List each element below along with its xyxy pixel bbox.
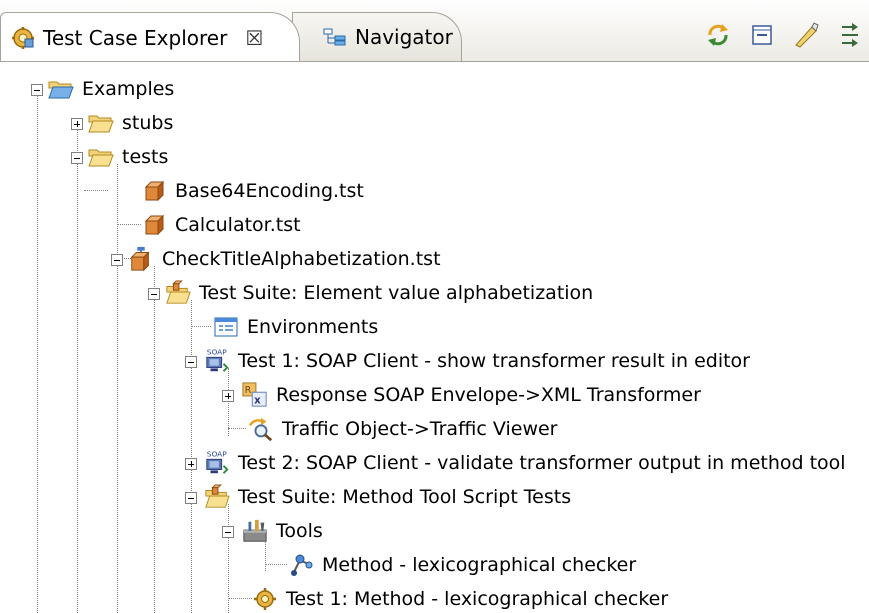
node-label: Method - lexicographical checker — [322, 554, 637, 576]
tree-node-stubs[interactable]: stubs — [88, 106, 173, 140]
view-tab-bar: Test Case Explorer ☒ Navigator — [0, 0, 869, 62]
tree-guide — [228, 428, 246, 429]
tree-node-method-checker-tool[interactable]: Method - lexicographical checker — [288, 548, 636, 582]
tree-node-suite-element-value[interactable]: Test Suite: Element value alphabetizatio… — [165, 276, 593, 310]
tab-label: Test Case Explorer — [43, 25, 228, 50]
tree-node-calculator[interactable]: Calculator.tst — [141, 208, 301, 242]
node-label: Tools — [276, 520, 323, 542]
tree-guide — [154, 266, 155, 613]
node-label: CheckTitleAlphabetization.tst — [162, 248, 441, 270]
tree-node-response-transformer[interactable]: Rx Response SOAP Envelope->XML Transform… — [242, 378, 701, 412]
tree-guide — [228, 368, 229, 436]
node-label: Test Suite: Element value alphabetizatio… — [199, 282, 594, 304]
collapse-toggle[interactable] — [185, 356, 197, 368]
tree-node-suite-method-tool[interactable]: Test Suite: Method Tool Script Tests — [204, 480, 571, 514]
method-tool-icon — [288, 552, 314, 578]
expand-toggle[interactable] — [185, 458, 197, 470]
svg-text:SOAP: SOAP — [207, 348, 227, 357]
collapse-toggle[interactable] — [31, 84, 43, 96]
node-label: Traffic Object->Traffic Viewer — [282, 418, 558, 440]
tree-guide — [117, 164, 118, 613]
collapse-toggle[interactable] — [111, 254, 123, 266]
node-label: Test Suite: Method Tool Script Tests — [238, 486, 572, 508]
collapse-toggle[interactable] — [222, 526, 234, 538]
test-case-tree: Examples stubs tests Base64Encoding.tst … — [0, 62, 869, 613]
tab-label: Navigator — [355, 25, 453, 49]
tree-node-test1-soap-client[interactable]: SOAP Test 1: SOAP Client - show transfor… — [204, 344, 750, 378]
node-label: Test 1: SOAP Client - show transformer r… — [238, 350, 750, 372]
expand-toggle[interactable] — [71, 118, 83, 130]
expand-toggle[interactable] — [222, 390, 234, 402]
gear-icon — [11, 26, 35, 50]
tree-node-checktitlealphabetization[interactable]: CheckTitleAlphabetization.tst — [128, 242, 441, 276]
test-file-open-icon — [128, 246, 154, 272]
node-label: Examples — [82, 78, 175, 100]
svg-text:SOAP: SOAP — [207, 450, 227, 459]
collapse-all-icon[interactable] — [747, 20, 777, 50]
tree-guide — [228, 504, 229, 613]
test-gear-icon — [252, 586, 278, 612]
collapse-toggle[interactable] — [71, 152, 83, 164]
tree-node-tests[interactable]: tests — [88, 140, 168, 174]
node-label: Test 1: Method - lexicographical checker — [286, 588, 669, 610]
tree-guide — [77, 130, 78, 613]
node-label: tests — [122, 146, 169, 168]
tab-test-case-explorer[interactable]: Test Case Explorer ☒ — [0, 12, 300, 61]
tree-guide — [228, 598, 252, 599]
node-label: Response SOAP Envelope->XML Transformer — [276, 384, 701, 406]
sync-icon[interactable] — [703, 20, 733, 50]
node-label: stubs — [122, 112, 174, 134]
node-label: Base64Encoding.tst — [175, 180, 364, 202]
more-icon[interactable] — [835, 20, 865, 50]
test-file-icon — [141, 212, 167, 238]
link-editor-icon[interactable] — [791, 20, 821, 50]
folder-open-icon — [48, 76, 74, 102]
tree-guide — [265, 564, 287, 565]
environments-icon — [213, 314, 239, 340]
tree-node-tools[interactable]: Tools — [242, 514, 323, 548]
svg-text:R: R — [245, 385, 252, 396]
test-file-icon — [141, 178, 167, 204]
tree-node-environments[interactable]: Environments — [213, 310, 378, 344]
tree-guide — [84, 190, 108, 191]
xml-transformer-icon: Rx — [242, 382, 268, 408]
tools-icon — [242, 518, 268, 544]
tree-guide — [191, 326, 211, 327]
close-icon[interactable]: ☒ — [245, 26, 263, 50]
tree-guide — [37, 96, 38, 613]
traffic-viewer-icon — [248, 416, 274, 442]
test-suite-icon — [204, 484, 230, 510]
view-toolbar — [703, 20, 865, 50]
tree-node-traffic-viewer[interactable]: Traffic Object->Traffic Viewer — [248, 412, 558, 446]
tree-guide — [117, 224, 141, 225]
collapse-toggle[interactable] — [148, 288, 160, 300]
node-label: Calculator.tst — [175, 214, 301, 236]
collapse-toggle[interactable] — [185, 492, 197, 504]
tree-node-test1-method[interactable]: Test 1: Method - lexicographical checker — [252, 582, 668, 613]
soap-client-icon: SOAP — [204, 450, 230, 476]
svg-text:x: x — [254, 395, 261, 406]
folder-open-icon — [88, 110, 114, 136]
tree-guide — [191, 300, 192, 613]
tree-node-test2-soap-client[interactable]: SOAP Test 2: SOAP Client - validate tran… — [204, 446, 846, 480]
tab-navigator[interactable]: Navigator — [292, 12, 462, 61]
navigator-icon — [323, 27, 347, 47]
node-label: Environments — [247, 316, 379, 338]
node-label: Test 2: SOAP Client - validate transform… — [238, 452, 846, 474]
tree-node-base64encoding[interactable]: Base64Encoding.tst — [141, 174, 364, 208]
folder-open-icon — [88, 144, 114, 170]
tree-node-examples[interactable]: Examples — [48, 72, 174, 106]
soap-client-icon: SOAP — [204, 348, 230, 374]
test-suite-icon — [165, 280, 191, 306]
